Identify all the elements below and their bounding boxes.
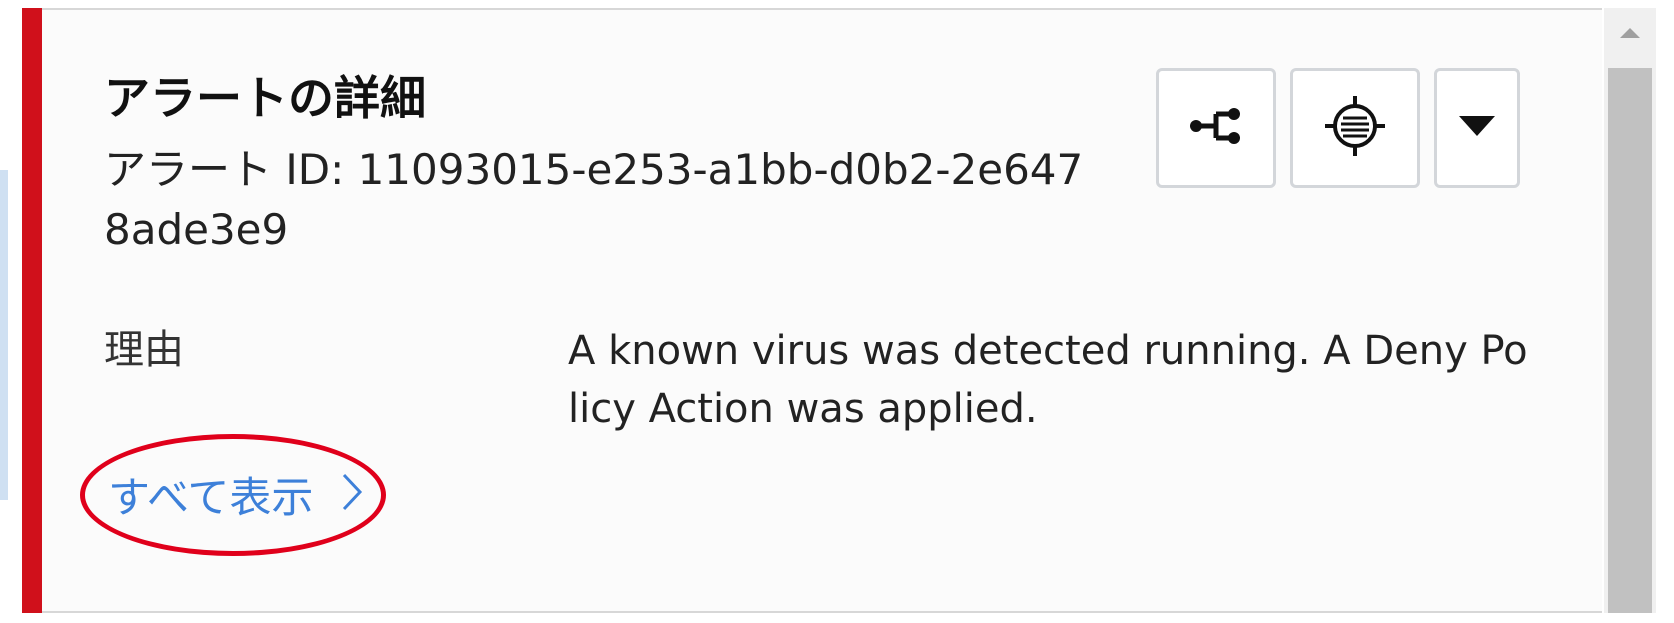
- chevron-right-icon: [341, 470, 363, 526]
- vertical-scrollbar[interactable]: [1604, 8, 1656, 613]
- reason-value: A known virus was detected running. A De…: [568, 328, 1528, 432]
- caret-down-icon: [1457, 114, 1497, 142]
- panel-title: アラートの詳細: [104, 71, 426, 125]
- more-actions-dropdown[interactable]: [1434, 68, 1520, 188]
- severity-indicator-bar: [22, 8, 42, 613]
- scrollbar-thumb[interactable]: [1608, 68, 1652, 613]
- target-button[interactable]: [1290, 68, 1420, 188]
- alert-id-text: アラート ID: 11093015-e253-a1bb-d0b2-2e6478a…: [104, 145, 1084, 254]
- alert-details-view: アラートの詳細 アラート ID: 11093015-e253-a1bb-d0b2…: [0, 0, 1674, 623]
- show-all-link[interactable]: すべて表示: [108, 470, 363, 526]
- process-flow-button[interactable]: [1156, 68, 1276, 188]
- show-all-label: すべて表示: [108, 473, 314, 522]
- target-icon: [1323, 94, 1387, 162]
- left-edge-strip: [0, 170, 8, 500]
- scroll-up-arrow-icon[interactable]: [1604, 8, 1656, 58]
- process-flow-icon: [1188, 106, 1244, 150]
- reason-label: 理由: [104, 327, 184, 373]
